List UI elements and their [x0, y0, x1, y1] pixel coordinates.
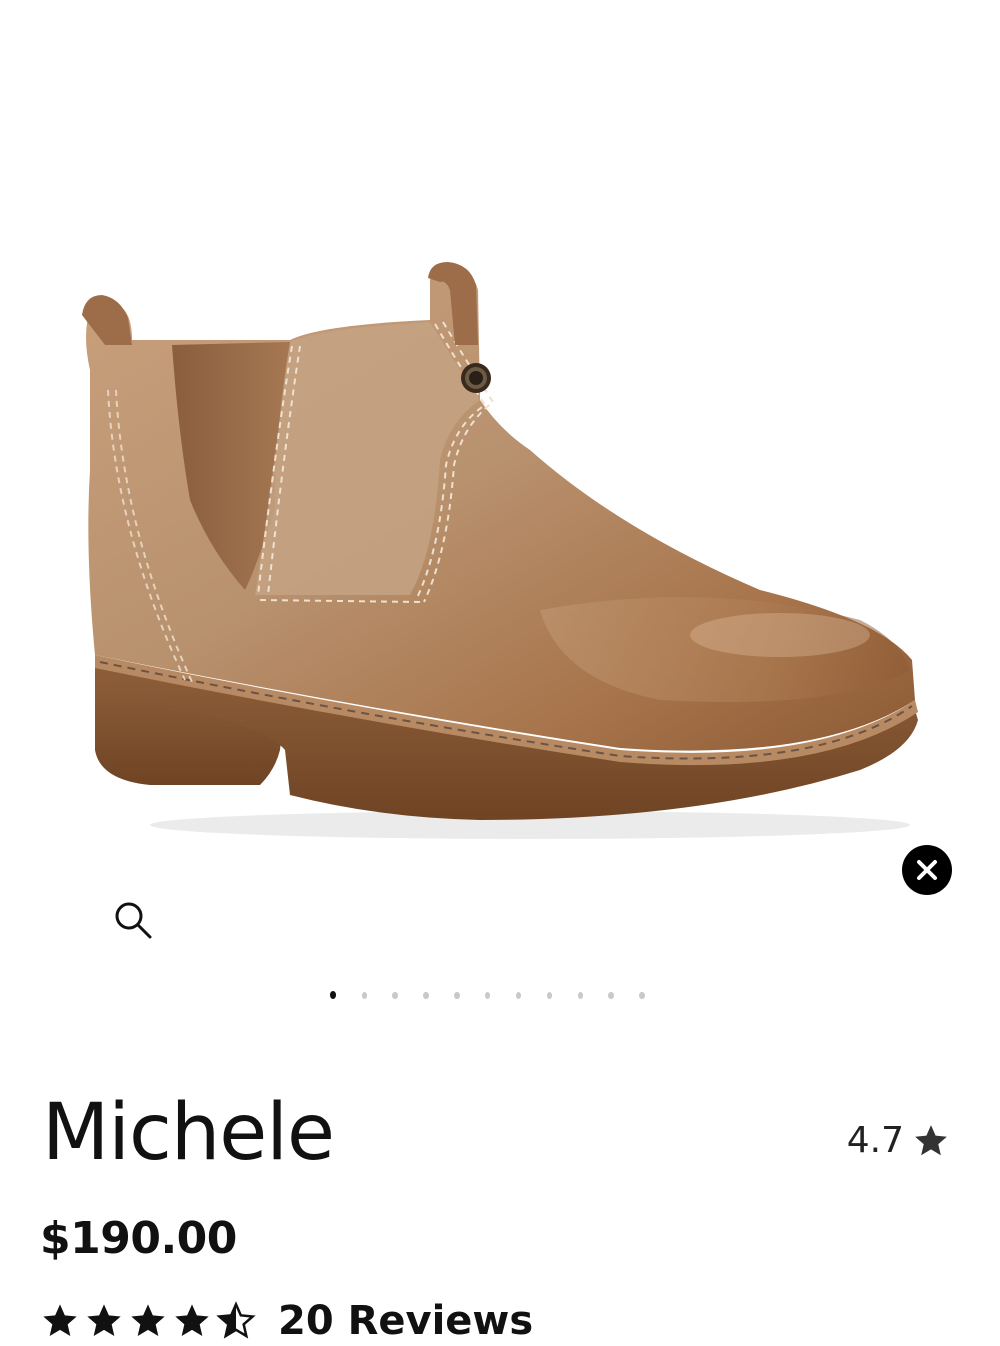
- gallery-dot[interactable]: [330, 991, 337, 999]
- gallery-dot[interactable]: [484, 991, 491, 999]
- gallery-dot[interactable]: [515, 991, 522, 999]
- star-icon: [87, 1304, 121, 1336]
- product-image-gallery[interactable]: [0, 0, 1000, 1040]
- star-icon: [131, 1304, 165, 1336]
- rating-summary[interactable]: 4.7: [847, 1120, 950, 1161]
- star-icon: [915, 1124, 947, 1155]
- gallery-dot[interactable]: [577, 991, 583, 999]
- reviews-row[interactable]: 20 Reviews: [40, 1296, 533, 1346]
- gallery-dot[interactable]: [423, 991, 429, 999]
- gallery-dot[interactable]: [361, 991, 368, 999]
- star-icon: [175, 1304, 209, 1336]
- magnifier-icon: [115, 902, 152, 939]
- star-rating: [40, 1301, 256, 1341]
- close-gallery-button[interactable]: [902, 845, 952, 895]
- gallery-dot[interactable]: [454, 991, 460, 999]
- gallery-pagination: [330, 988, 670, 1002]
- product-title: Michele: [42, 1088, 335, 1178]
- rating-value: 4.7: [846, 1120, 904, 1161]
- star-icon: [43, 1304, 77, 1336]
- zoom-button[interactable]: [108, 895, 158, 945]
- close-icon: [917, 860, 937, 880]
- gallery-dot[interactable]: [608, 991, 614, 999]
- half-star-icon: [216, 1301, 256, 1339]
- gallery-dot[interactable]: [392, 991, 398, 999]
- product-image: [82, 262, 918, 839]
- reviews-link[interactable]: 20 Reviews: [278, 1298, 533, 1344]
- product-price: $190.00: [40, 1213, 237, 1264]
- gallery-dot[interactable]: [639, 991, 645, 999]
- gallery-dot[interactable]: [546, 991, 553, 999]
